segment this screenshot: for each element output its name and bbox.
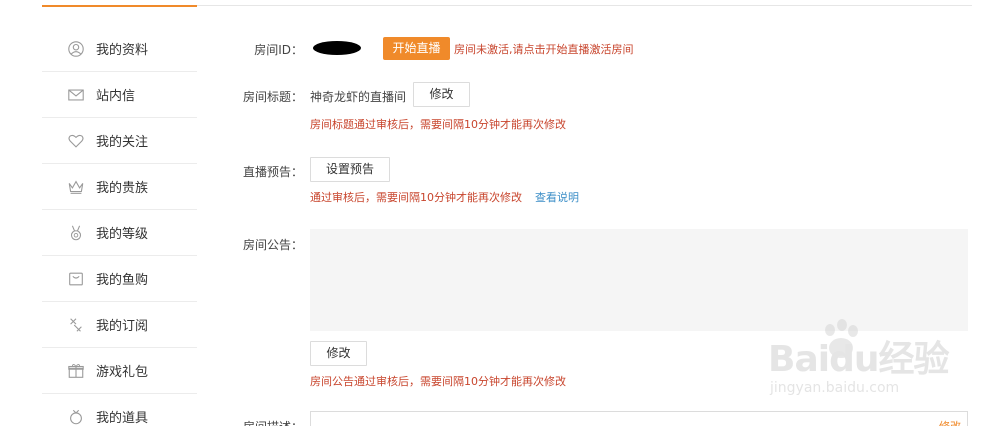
room-announcement-modify-button[interactable]: 修改	[310, 341, 367, 366]
sidebar-item-label: 我的订阅	[96, 319, 149, 334]
active-tab-indicator	[42, 5, 197, 7]
sidebar: 我的资料 站内信 我的关注 我的贵族 我的等级 我的鱼购 我的订阅 游戏礼包 我…	[42, 26, 197, 426]
sidebar-item-label: 站内信	[96, 89, 136, 104]
view-instructions-link[interactable]: 查看说明	[535, 189, 579, 205]
room-id-redacted	[313, 41, 361, 55]
room-announcement-input[interactable]	[310, 229, 968, 331]
header-divider	[197, 5, 972, 6]
subscribe-icon	[66, 315, 86, 335]
sidebar-item-follows[interactable]: 我的关注	[42, 118, 197, 164]
sidebar-item-nobility[interactable]: 我的贵族	[42, 164, 197, 210]
room-title-value: 神奇龙虾的直播间	[310, 90, 407, 104]
watermark-brand: Baidu经验	[768, 339, 949, 380]
room-description-input[interactable]: 修改	[310, 411, 968, 426]
page: 我的资料 站内信 我的关注 我的贵族 我的等级 我的鱼购 我的订阅 游戏礼包 我…	[0, 0, 1000, 426]
baidu-watermark: Baidu经验 jingyan.baidu.com	[756, 318, 956, 408]
room-inactive-notice: 房间未激活,请点击开始直播激活房间	[454, 43, 634, 56]
sidebar-item-label: 我的关注	[96, 135, 149, 150]
watermark-url: jingyan.baidu.com	[770, 380, 900, 396]
live-preview-notice: 通过审核后，需要间隔10分钟才能再次修改	[310, 191, 522, 204]
sidebar-item-messages[interactable]: 站内信	[42, 72, 197, 118]
room-description-label: 房间描述：	[223, 418, 303, 426]
item-icon	[66, 407, 86, 426]
room-title-notice: 房间标题通过审核后，需要间隔10分钟才能再次修改	[310, 118, 566, 131]
sidebar-item-label: 游戏礼包	[96, 365, 149, 380]
set-preview-button[interactable]: 设置预告	[310, 157, 390, 182]
sidebar-item-label: 我的资料	[96, 43, 149, 58]
room-description-modify-link[interactable]: 修改	[939, 418, 961, 426]
start-live-button[interactable]: 开始直播	[383, 37, 450, 60]
room-announcement-label: 房间公告：	[242, 238, 303, 252]
sidebar-item-profile[interactable]: 我的资料	[42, 26, 197, 72]
room-title-modify-button[interactable]: 修改	[413, 82, 470, 107]
sidebar-item-props[interactable]: 我的道具	[42, 394, 197, 426]
mail-icon	[66, 85, 86, 105]
sidebar-item-subscriptions[interactable]: 我的订阅	[42, 302, 197, 348]
crown-icon	[66, 177, 86, 197]
sidebar-item-label: 我的贵族	[96, 181, 149, 196]
room-id-label: 房间ID：	[254, 43, 303, 57]
room-announcement-notice: 房间公告通过审核后，需要间隔10分钟才能再次修改	[310, 375, 566, 388]
live-preview-label: 直播预告：	[242, 165, 303, 179]
user-icon	[66, 39, 86, 59]
medal-icon	[66, 223, 86, 243]
sidebar-item-game-gifts[interactable]: 游戏礼包	[42, 348, 197, 394]
sidebar-item-label: 我的道具	[96, 411, 149, 426]
room-title-label: 房间标题：	[242, 90, 303, 104]
gift-icon	[66, 361, 86, 381]
sidebar-item-shopping[interactable]: 我的鱼购	[42, 256, 197, 302]
sidebar-item-label: 我的等级	[96, 227, 149, 242]
shopping-bag-icon	[66, 269, 86, 289]
sidebar-item-level[interactable]: 我的等级	[42, 210, 197, 256]
heart-icon	[66, 131, 86, 151]
sidebar-item-label: 我的鱼购	[96, 273, 149, 288]
